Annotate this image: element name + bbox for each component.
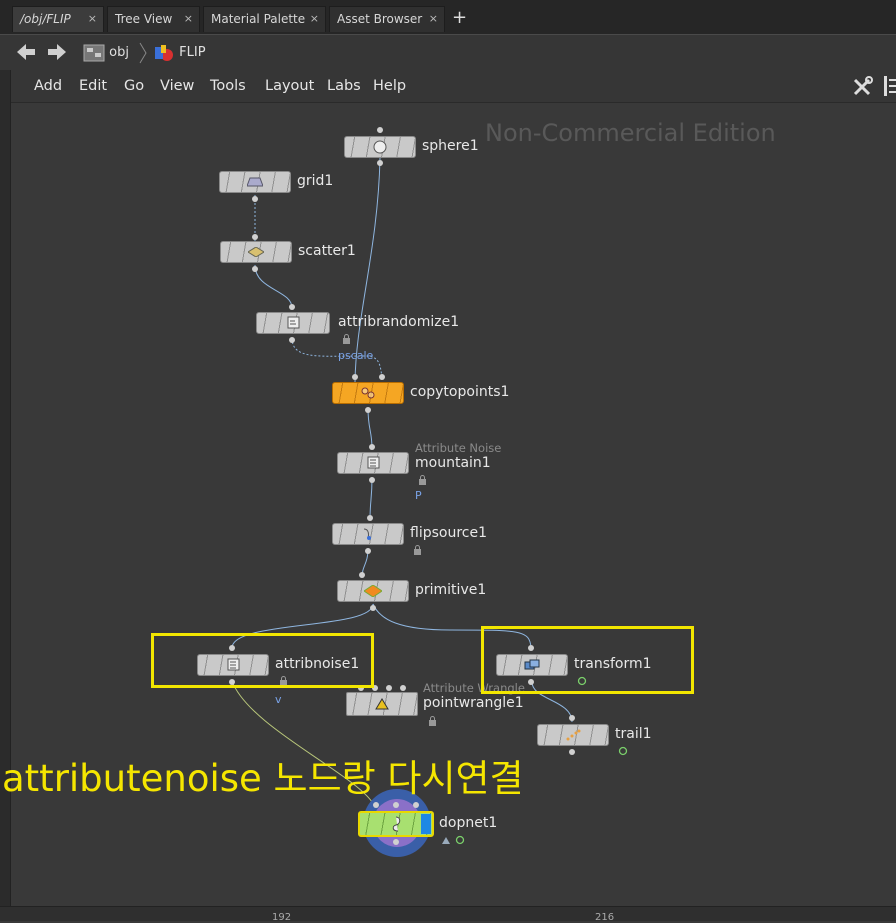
highlight-box-transform bbox=[481, 626, 694, 694]
lock-icon bbox=[419, 475, 426, 485]
lock-icon bbox=[343, 334, 350, 344]
dop-status-icons bbox=[442, 835, 465, 845]
lock-icon bbox=[429, 716, 436, 726]
annotation-text: attributenoise 노드랑 다시연결 bbox=[2, 757, 524, 800]
ruler-tick: 192 bbox=[272, 912, 292, 923]
highlight-box-attribnoise bbox=[151, 633, 374, 688]
bottom-ruler: 192 216 bbox=[0, 906, 896, 923]
status-ring-icon bbox=[618, 746, 628, 756]
lock-icon bbox=[414, 545, 421, 555]
ruler-tick: 216 bbox=[595, 912, 615, 923]
